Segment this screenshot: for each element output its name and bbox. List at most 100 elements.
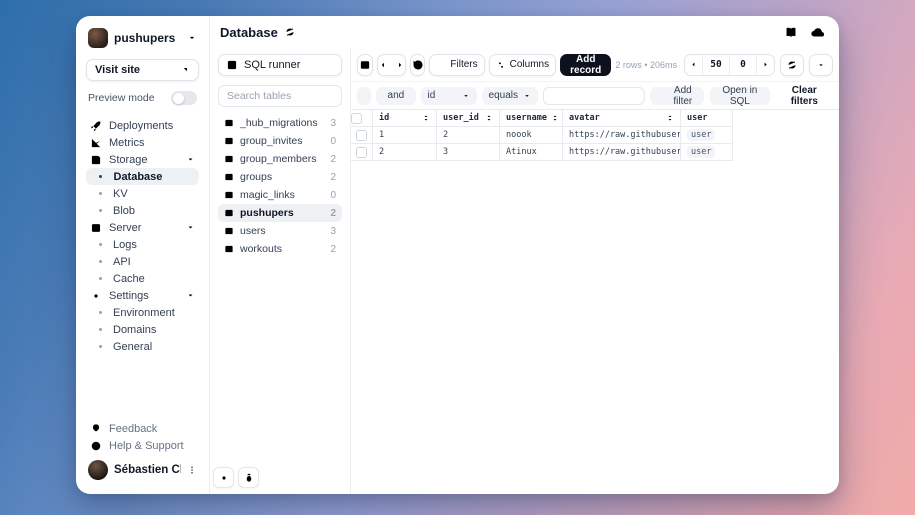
main-area: Database SQL runner [210, 16, 839, 494]
sidebar-subitem[interactable]: Database [86, 168, 199, 185]
clear-filters-button[interactable]: Clear filters [776, 87, 833, 105]
filter-bar: and id equals Ad [351, 82, 839, 110]
sidebar-subitem[interactable]: KV [86, 185, 199, 202]
query-history-button[interactable] [410, 54, 426, 76]
column-header[interactable]: id [373, 110, 437, 127]
main-header: Database [210, 16, 839, 48]
preview-mode-label: Preview mode [88, 92, 155, 104]
table-icon [224, 154, 234, 164]
search-tables-input[interactable] [218, 85, 342, 107]
chevron-down-icon [523, 92, 531, 100]
table-icon [224, 226, 234, 236]
row-checkbox[interactable] [356, 147, 367, 158]
remove-filter-button[interactable] [357, 87, 371, 105]
table-list-item[interactable]: group_members 2 [218, 150, 342, 168]
sort-icon[interactable] [422, 114, 430, 122]
sidebar-item[interactable]: Metrics [86, 134, 199, 151]
cell-user-type: user [681, 144, 733, 161]
table-row[interactable]: 2 3 Atinux https://raw.githubusercon… us… [351, 144, 839, 161]
sidebar-subitem[interactable]: Domains [86, 321, 199, 338]
page-prev-icon[interactable] [685, 55, 702, 75]
select-all-checkbox[interactable] [351, 113, 362, 124]
sidebar-subitem[interactable]: Logs [86, 236, 199, 253]
toggle-knob [173, 93, 184, 104]
table-list-item[interactable]: workouts 2 [218, 240, 342, 258]
sidebar-subitem[interactable]: API [86, 253, 199, 270]
help-support-link[interactable]: Help & Support [86, 437, 199, 454]
filters-button[interactable]: Filters [429, 54, 484, 76]
sidebar-item[interactable]: Storage [86, 151, 199, 168]
sort-icon[interactable] [666, 114, 674, 122]
workspace-switcher[interactable]: pushupers [86, 28, 199, 48]
bullet-dot [99, 209, 102, 212]
add-filter-button[interactable]: Add filter [650, 87, 705, 105]
cloudflare-cloud-icon[interactable] [810, 25, 825, 40]
toggle-panel-button[interactable] [357, 54, 373, 76]
disk-icon [90, 154, 102, 166]
data-table: id user_id username [351, 110, 839, 161]
sidebar-subitem[interactable]: General [86, 338, 199, 355]
row-checkbox[interactable] [356, 130, 367, 141]
plus-icon [657, 92, 665, 100]
column-header[interactable]: user_id [437, 110, 500, 127]
sidebar-item[interactable]: Settings [86, 287, 199, 304]
user-name: Sébastien Chopin [114, 464, 181, 476]
refresh-icon[interactable] [285, 27, 295, 37]
cell-username: noook [500, 127, 563, 144]
workspace-name: pushupers [114, 31, 181, 45]
open-in-sql-button[interactable]: Open in SQL [710, 87, 770, 105]
download-button[interactable] [809, 54, 833, 76]
cell-username: Atinux [500, 144, 563, 161]
filter-conjunction[interactable]: and [376, 87, 415, 105]
devtools-bug-button[interactable] [238, 467, 259, 488]
sidebar-item[interactable]: Deployments [86, 117, 199, 134]
tables-list: _hub_migrations 3 group_invites 0 [218, 114, 342, 258]
sort-icon[interactable] [485, 114, 493, 122]
feedback-link[interactable]: Feedback [86, 420, 199, 437]
filter-operator-select[interactable]: equals [482, 87, 538, 105]
table-list-item[interactable]: groups 2 [218, 168, 342, 186]
page-next-icon[interactable] [757, 55, 774, 75]
columns-button[interactable]: Columns [489, 54, 556, 76]
refresh-results-button[interactable] [780, 54, 804, 76]
column-header[interactable]: user [681, 110, 733, 127]
chevron-down-icon [186, 223, 195, 232]
row-count-badge: 0 [330, 190, 336, 201]
sql-runner-button[interactable]: SQL runner [218, 54, 342, 76]
sidebar-item[interactable]: Server [86, 219, 199, 236]
visit-site-button[interactable]: Visit site [86, 59, 199, 81]
table-list-item[interactable]: magic_links 0 [218, 186, 342, 204]
dots-vertical-icon[interactable] [187, 465, 197, 475]
sidebar-subitem[interactable]: Cache [86, 270, 199, 287]
filter-value-input[interactable] [543, 87, 645, 105]
bullet-dot [99, 192, 102, 195]
table-icon [224, 244, 234, 254]
sidebar-subitem[interactable]: Environment [86, 304, 199, 321]
column-header[interactable]: avatar [563, 110, 681, 127]
cell-user-id: 3 [437, 144, 500, 161]
devtools-gear-button[interactable] [213, 467, 234, 488]
gear-icon [90, 290, 102, 302]
add-record-button[interactable]: Add record [560, 54, 611, 76]
column-header[interactable]: username [500, 110, 563, 127]
table-row[interactable]: 1 2 noook https://raw.githubusercon… use… [351, 127, 839, 144]
preview-mode-toggle[interactable] [171, 91, 197, 105]
sidebar-nav: Deployments Metrics [86, 117, 199, 420]
page-size-input[interactable] [702, 55, 730, 75]
table-list-item[interactable]: users 3 [218, 222, 342, 240]
history-icon [412, 59, 424, 71]
table-list-item[interactable]: pushupers 2 [218, 204, 342, 222]
rocket-icon [90, 120, 102, 132]
chevron-left-icon[interactable] [378, 60, 388, 70]
lightbulb-icon [90, 423, 102, 435]
docs-book-icon[interactable] [784, 25, 798, 39]
table-list-item[interactable]: group_invites 0 [218, 132, 342, 150]
user-menu[interactable]: Sébastien Chopin [86, 458, 199, 480]
filter-column-select[interactable]: id [421, 87, 477, 105]
sort-icon[interactable] [551, 114, 559, 122]
page-offset-input[interactable] [730, 55, 757, 75]
sidebar-subitem[interactable]: Blob [86, 202, 199, 219]
table-list-item[interactable]: _hub_migrations 3 [218, 114, 342, 132]
history-nav-buttons[interactable] [377, 54, 406, 76]
user-avatar [88, 460, 108, 480]
